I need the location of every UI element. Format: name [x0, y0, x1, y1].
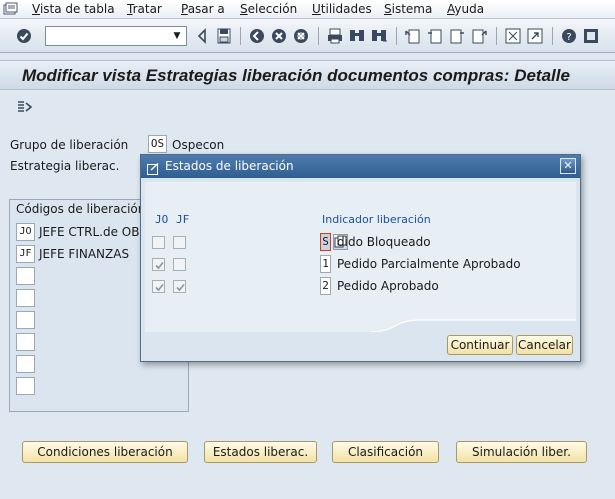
menu-vista-de-tabla[interactable]: Vista de tabla: [32, 1, 115, 17]
code-field[interactable]: JF: [16, 245, 35, 263]
next-page-icon[interactable]: [448, 27, 466, 45]
dialog-title-bar: Estados de liberación ✕: [141, 155, 580, 178]
menu-label: asar a: [187, 2, 225, 16]
menu-label: yuda: [454, 2, 485, 16]
new-session-icon[interactable]: [504, 27, 522, 45]
code-field[interactable]: [16, 289, 35, 307]
code-field[interactable]: [16, 267, 35, 285]
last-page-icon[interactable]: [470, 27, 488, 45]
toolbar-separator: [496, 27, 497, 45]
menu-label: ratar: [132, 2, 162, 16]
back-icon[interactable]: [194, 27, 212, 45]
customize-layout-icon[interactable]: [582, 27, 600, 45]
conditions-button[interactable]: Condiciones liberación: [22, 441, 188, 463]
toolbar-separator: [240, 27, 241, 45]
dialog-title: Estados de liberación: [165, 159, 294, 173]
menu-mnemonic: U: [312, 2, 321, 16]
column-header-indicator: Indicador liberación: [322, 213, 431, 226]
indicator-description: Pedido Aprobado: [337, 279, 439, 293]
menu-tratar[interactable]: Tratar: [127, 1, 162, 17]
menu-sistema[interactable]: Sistema: [384, 1, 432, 17]
menu-label: ista de tabla: [39, 2, 115, 16]
svg-text:?: ?: [566, 32, 571, 43]
system-menu-icon[interactable]: [2, 1, 20, 17]
checkbox-jo: [152, 236, 165, 249]
code-field[interactable]: [16, 333, 35, 351]
standard-toolbar: ▼ ?: [0, 19, 615, 53]
code-field[interactable]: JO: [16, 223, 35, 241]
menu-label: elección: [247, 2, 298, 16]
group-name: Ospecon: [172, 138, 225, 152]
exit-icon[interactable]: [270, 27, 288, 45]
menu-utilidades[interactable]: Utilidades: [312, 1, 372, 17]
code-field[interactable]: [16, 355, 35, 373]
indicator-description: dido Bloqueado: [337, 235, 431, 249]
menu-label: istema: [391, 2, 433, 16]
indicator-description: Pedido Parcialmente Aprobado: [337, 257, 521, 271]
menu-ayuda[interactable]: Ayuda: [447, 1, 484, 17]
help-icon[interactable]: ?: [560, 27, 578, 45]
group-code-field[interactable]: OS: [148, 135, 167, 153]
display-change-icon[interactable]: [16, 99, 34, 115]
indicator-field[interactable]: 1: [320, 255, 331, 273]
first-page-icon[interactable]: [404, 27, 422, 45]
save-icon[interactable]: [215, 27, 233, 45]
checkbox-jo: [152, 258, 165, 271]
title-bar: Modificar vista Estrategias liberación d…: [0, 60, 615, 90]
strategy-label: Estrategia liberac.: [10, 159, 120, 173]
code-field[interactable]: [16, 377, 35, 395]
release-states-dialog: Estados de liberación ✕ JO JF Indicador …: [140, 154, 581, 362]
toolbar-separator: [318, 27, 319, 45]
cancel-icon[interactable]: [292, 27, 310, 45]
menu-label: tilidades: [320, 2, 372, 16]
close-icon[interactable]: ✕: [560, 158, 576, 174]
shortcut-icon[interactable]: [526, 27, 544, 45]
checkbox-jf: [173, 236, 186, 249]
chevron-down-icon[interactable]: ▼: [169, 28, 185, 44]
menu-bar: Vista de tabla Tratar Pasar a Selección …: [0, 0, 615, 19]
code-description: JEFE FINANZAS: [39, 247, 130, 261]
menu-mnemonic: V: [32, 2, 40, 16]
continue-button[interactable]: Continuar: [447, 335, 513, 355]
find-icon[interactable]: [348, 27, 366, 45]
edit-window-icon: [147, 160, 160, 175]
checkbox-jf: [173, 280, 186, 293]
toolbar-separator: [396, 27, 397, 45]
menu-seleccion[interactable]: Selección: [240, 1, 297, 17]
column-header-jo: JO: [155, 213, 169, 226]
menu-mnemonic: S: [240, 2, 248, 16]
cancel-button[interactable]: Cancelar: [516, 335, 573, 355]
indicator-field[interactable]: 2: [320, 277, 331, 295]
command-field[interactable]: ▼: [45, 26, 187, 46]
indicator-field[interactable]: S: [320, 233, 331, 251]
enter-icon[interactable]: [15, 27, 33, 45]
group-label: Grupo de liberación: [10, 138, 129, 152]
print-icon[interactable]: [326, 27, 344, 45]
find-next-icon[interactable]: [370, 27, 388, 45]
code-field[interactable]: [16, 311, 35, 329]
classification-button[interactable]: Clasificación: [332, 441, 439, 463]
toolbar-separator: [552, 27, 553, 45]
back-nav-icon[interactable]: [248, 27, 266, 45]
checkbox-jf: [173, 258, 186, 271]
column-header-jf: JF: [176, 213, 190, 226]
page-title: Modificar vista Estrategias liberación d…: [22, 66, 570, 85]
states-button[interactable]: Estados liberac.: [204, 441, 317, 463]
simulation-button[interactable]: Simulación liber.: [456, 441, 587, 463]
menu-pasar-a[interactable]: Pasar a: [181, 1, 225, 17]
codes-group-title: Códigos de liberación: [16, 202, 146, 216]
menu-mnemonic: P: [181, 2, 188, 16]
menu-mnemonic: S: [384, 2, 392, 16]
code-description: JEFE CTRL.de OBR: [39, 225, 148, 239]
previous-page-icon[interactable]: [426, 27, 444, 45]
checkbox-jo: [152, 280, 165, 293]
